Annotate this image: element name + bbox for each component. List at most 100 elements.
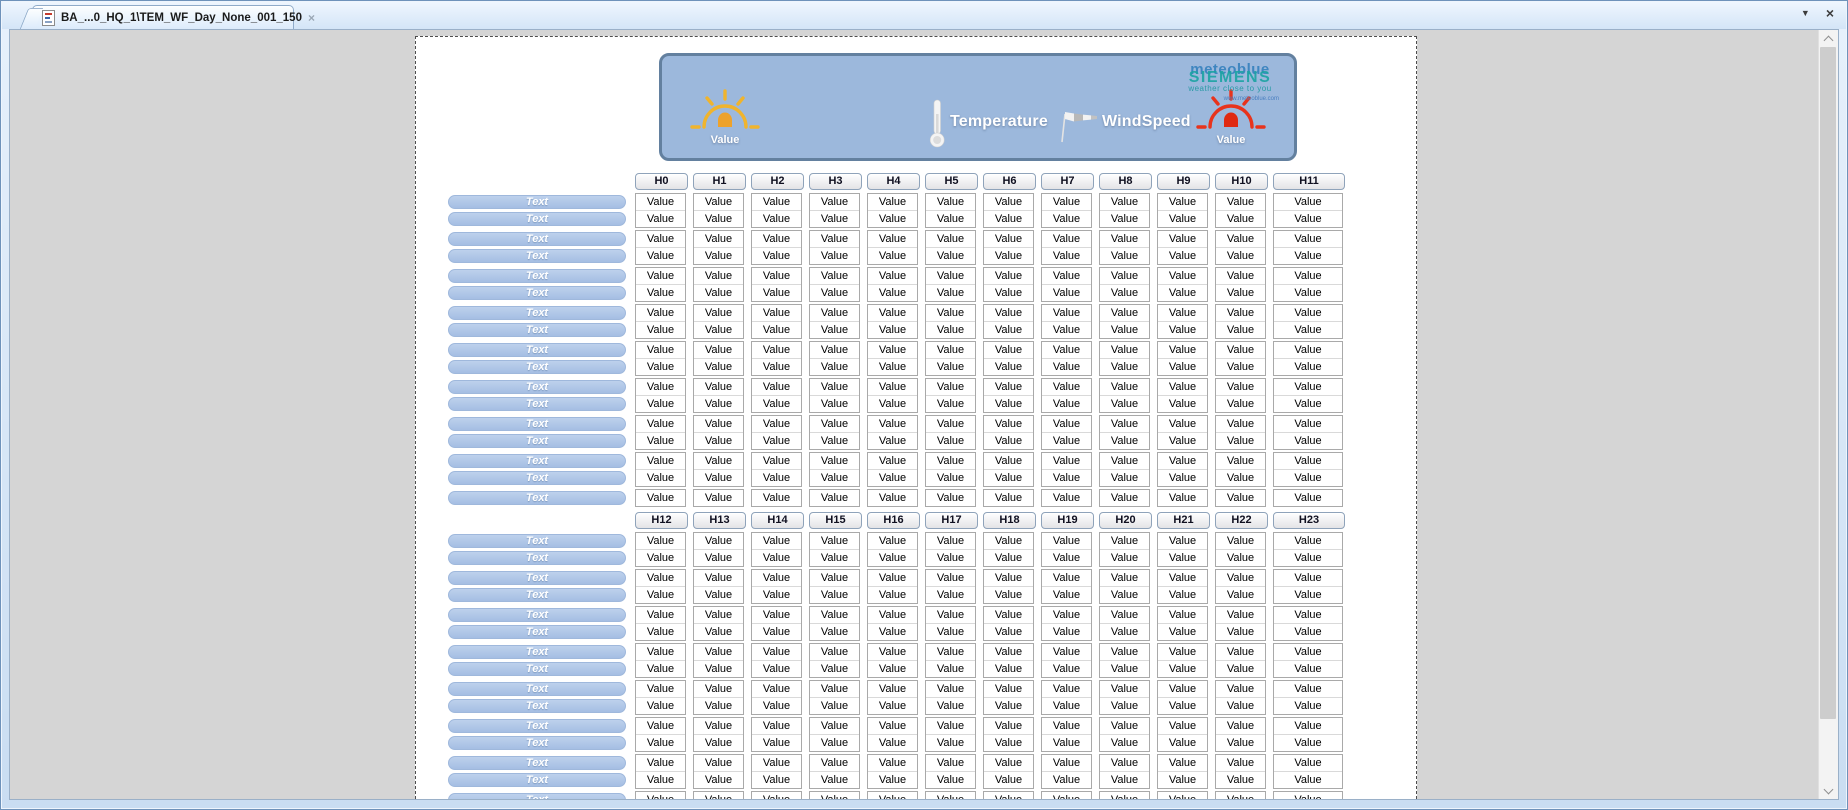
row-label-pill: Text bbox=[448, 434, 626, 448]
value-cell: Value bbox=[636, 734, 685, 751]
value-cell: Value bbox=[868, 194, 917, 210]
column-header: H20 bbox=[1099, 512, 1152, 529]
value-cell: Value bbox=[1100, 718, 1149, 734]
value-cell: Value bbox=[1274, 660, 1342, 677]
value-cell: Value bbox=[810, 358, 859, 375]
window-controls: ▼ × bbox=[1801, 8, 1834, 19]
value-cell: Value bbox=[868, 644, 917, 660]
value-cell: Value bbox=[810, 194, 859, 210]
value-cell: Value bbox=[694, 549, 743, 566]
row-label-pill: Text bbox=[448, 682, 626, 696]
table-column: ValueValueValueValueValueValueValueValue… bbox=[1215, 532, 1266, 799]
column-header: H8 bbox=[1099, 173, 1152, 190]
value-cell: Value bbox=[694, 792, 743, 799]
value-cell: Value bbox=[984, 210, 1033, 227]
value-cell: Value bbox=[810, 660, 859, 677]
value-cell: Value bbox=[1216, 681, 1265, 697]
value-cell: Value bbox=[926, 644, 975, 660]
value-cell: Value bbox=[752, 718, 801, 734]
value-cell: Value bbox=[868, 660, 917, 677]
value-cell: Value bbox=[694, 681, 743, 697]
value-cell: Value bbox=[1100, 771, 1149, 788]
value-cell: Value bbox=[926, 623, 975, 640]
value-cell: Value bbox=[636, 358, 685, 375]
value-cell: Value bbox=[1158, 792, 1207, 799]
value-cell: Value bbox=[1042, 247, 1091, 264]
table-column: ValueValueValueValueValueValueValueValue… bbox=[1273, 193, 1343, 509]
value-cell: Value bbox=[926, 321, 975, 338]
value-cell: Value bbox=[1274, 623, 1342, 640]
value-cell: Value bbox=[984, 771, 1033, 788]
value-cell: Value bbox=[1042, 607, 1091, 623]
value-cell: Value bbox=[984, 358, 1033, 375]
value-cell: Value bbox=[810, 549, 859, 566]
vertical-scrollbar[interactable] bbox=[1818, 30, 1838, 799]
value-cell: Value bbox=[1042, 453, 1091, 469]
value-cell: Value bbox=[752, 792, 801, 799]
value-cell: Value bbox=[752, 490, 801, 506]
value-cell: Value bbox=[1042, 395, 1091, 412]
value-cell: Value bbox=[1216, 358, 1265, 375]
value-cell: Value bbox=[868, 210, 917, 227]
value-cell: Value bbox=[1158, 660, 1207, 677]
value-cell: Value bbox=[1042, 734, 1091, 751]
value-cell: Value bbox=[868, 469, 917, 486]
value-cell: Value bbox=[868, 247, 917, 264]
value-cell: Value bbox=[926, 549, 975, 566]
scrollbar-down-icon[interactable] bbox=[1819, 782, 1838, 799]
value-cell: Value bbox=[868, 607, 917, 623]
value-cell: Value bbox=[984, 623, 1033, 640]
value-cell: Value bbox=[1042, 379, 1091, 395]
value-cell: Value bbox=[926, 570, 975, 586]
tab-title: BA_...0_HQ_1\TEM_WF_Day_None_001_150 bbox=[61, 12, 302, 24]
temperature-label: Temperature bbox=[950, 113, 1048, 131]
scrollbar-up-icon[interactable] bbox=[1819, 30, 1838, 47]
value-cell: Value bbox=[868, 734, 917, 751]
value-cell: Value bbox=[636, 644, 685, 660]
value-cell: Value bbox=[868, 792, 917, 799]
column-header: H22 bbox=[1215, 512, 1268, 529]
value-cell: Value bbox=[752, 771, 801, 788]
row-label-pill: Text bbox=[448, 608, 626, 622]
value-cell: Value bbox=[1216, 210, 1265, 227]
document-tab[interactable]: BA_...0_HQ_1\TEM_WF_Day_None_001_150 × bbox=[32, 5, 294, 29]
row-label-pill: Text bbox=[448, 269, 626, 283]
scrollbar-thumb[interactable] bbox=[1820, 47, 1836, 719]
column-header: H18 bbox=[983, 512, 1036, 529]
value-cell: Value bbox=[752, 586, 801, 603]
window-close-icon[interactable]: × bbox=[1826, 8, 1834, 19]
value-cell: Value bbox=[694, 623, 743, 640]
value-cell: Value bbox=[1100, 342, 1149, 358]
value-cell: Value bbox=[1100, 469, 1149, 486]
value-cell: Value bbox=[926, 660, 975, 677]
value-cell: Value bbox=[1042, 305, 1091, 321]
value-cell: Value bbox=[1100, 570, 1149, 586]
value-cell: Value bbox=[1158, 284, 1207, 301]
value-cell: Value bbox=[1274, 342, 1342, 358]
value-cell: Value bbox=[1042, 432, 1091, 449]
value-cell: Value bbox=[868, 453, 917, 469]
dropdown-arrow-icon[interactable]: ▼ bbox=[1801, 8, 1810, 19]
column-header: H9 bbox=[1157, 173, 1210, 190]
value-cell: Value bbox=[1100, 453, 1149, 469]
table-column: ValueValueValueValueValueValueValueValue… bbox=[1215, 193, 1266, 509]
value-cell: Value bbox=[868, 432, 917, 449]
value-cell: Value bbox=[1042, 469, 1091, 486]
table-column: ValueValueValueValueValueValueValueValue… bbox=[1099, 193, 1150, 509]
column-header: H17 bbox=[925, 512, 978, 529]
value-cell: Value bbox=[636, 718, 685, 734]
value-cell: Value bbox=[1274, 231, 1342, 247]
tab-close-icon[interactable]: × bbox=[308, 12, 315, 24]
table-column: ValueValueValueValueValueValueValueValue… bbox=[867, 532, 918, 799]
value-cell: Value bbox=[868, 342, 917, 358]
value-cell: Value bbox=[694, 586, 743, 603]
value-cell: Value bbox=[1042, 210, 1091, 227]
value-cell: Value bbox=[1274, 247, 1342, 264]
value-cell: Value bbox=[694, 379, 743, 395]
value-cell: Value bbox=[752, 210, 801, 227]
value-cell: Value bbox=[984, 734, 1033, 751]
table-column: ValueValueValueValueValueValueValueValue… bbox=[925, 532, 976, 799]
value-cell: Value bbox=[1158, 586, 1207, 603]
value-cell: Value bbox=[926, 718, 975, 734]
value-cell: Value bbox=[810, 268, 859, 284]
